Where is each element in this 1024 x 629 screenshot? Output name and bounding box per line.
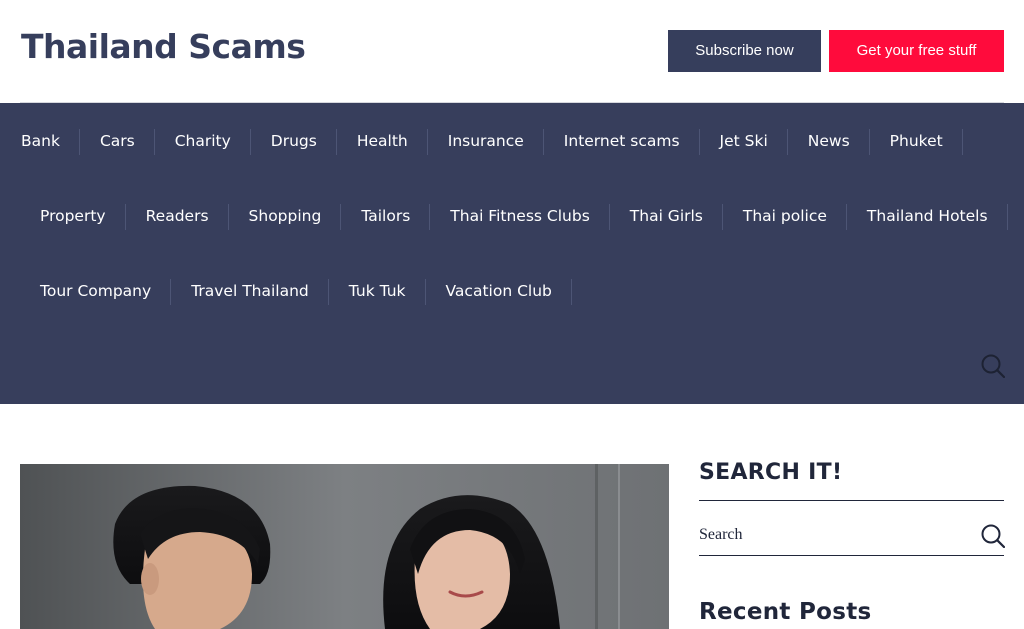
nav-item-readers[interactable]: Readers bbox=[126, 204, 229, 230]
search-underline bbox=[699, 555, 1004, 556]
site-title[interactable]: Thailand Scams bbox=[21, 27, 306, 66]
nav-item-charity[interactable]: Charity bbox=[155, 129, 251, 155]
site-header: Thailand Scams Subscribe now Get your fr… bbox=[0, 0, 1024, 103]
nav-item-insurance[interactable]: Insurance bbox=[428, 129, 544, 155]
nav-item-bank[interactable]: Bank bbox=[0, 129, 80, 155]
search-input[interactable] bbox=[699, 523, 969, 547]
search-icon[interactable] bbox=[981, 354, 1005, 378]
nav-item-shopping[interactable]: Shopping bbox=[229, 204, 342, 230]
nav-item-jet-ski[interactable]: Jet Ski bbox=[700, 129, 789, 155]
nav-item-property[interactable]: Property bbox=[20, 204, 126, 230]
nav-item-vacation-club[interactable]: Vacation Club bbox=[426, 279, 573, 305]
nav-row-3: Tour Company Travel Thailand Tuk Tuk Vac… bbox=[20, 279, 573, 305]
nav-item-tour-company[interactable]: Tour Company bbox=[20, 279, 172, 305]
nav-row-1: Bank Cars Charity Drugs Health Insurance… bbox=[0, 129, 963, 155]
nav-item-cars[interactable]: Cars bbox=[80, 129, 155, 155]
main-navigation: Bank Cars Charity Drugs Health Insurance… bbox=[0, 103, 1024, 404]
nav-item-thailand-hotels[interactable]: Thailand Hotels bbox=[847, 204, 1008, 230]
featured-photo bbox=[20, 464, 669, 629]
nav-item-drugs[interactable]: Drugs bbox=[251, 129, 337, 155]
nav-row-2: Property Readers Shopping Tailors Thai F… bbox=[20, 204, 1008, 230]
widget-title-divider bbox=[699, 500, 1004, 501]
nav-item-thai-fitness-clubs[interactable]: Thai Fitness Clubs bbox=[430, 204, 610, 230]
recent-posts-title: Recent Posts bbox=[699, 599, 872, 625]
nav-item-thai-police[interactable]: Thai police bbox=[723, 204, 847, 230]
nav-item-tuk-tuk[interactable]: Tuk Tuk bbox=[329, 279, 426, 305]
search-icon[interactable] bbox=[981, 524, 1005, 548]
nav-item-health[interactable]: Health bbox=[337, 129, 428, 155]
nav-item-internet-scams[interactable]: Internet scams bbox=[544, 129, 700, 155]
nav-item-thai-girls[interactable]: Thai Girls bbox=[610, 204, 723, 230]
nav-item-news[interactable]: News bbox=[788, 129, 870, 155]
nav-item-phuket[interactable]: Phuket bbox=[870, 129, 963, 155]
nav-item-tailors[interactable]: Tailors bbox=[341, 204, 431, 230]
free-stuff-button[interactable]: Get your free stuff bbox=[829, 30, 1004, 72]
featured-image[interactable] bbox=[20, 464, 669, 629]
subscribe-button[interactable]: Subscribe now bbox=[668, 30, 821, 72]
nav-item-travel-thailand[interactable]: Travel Thailand bbox=[171, 279, 329, 305]
search-widget-title: SEARCH IT! bbox=[699, 460, 843, 485]
